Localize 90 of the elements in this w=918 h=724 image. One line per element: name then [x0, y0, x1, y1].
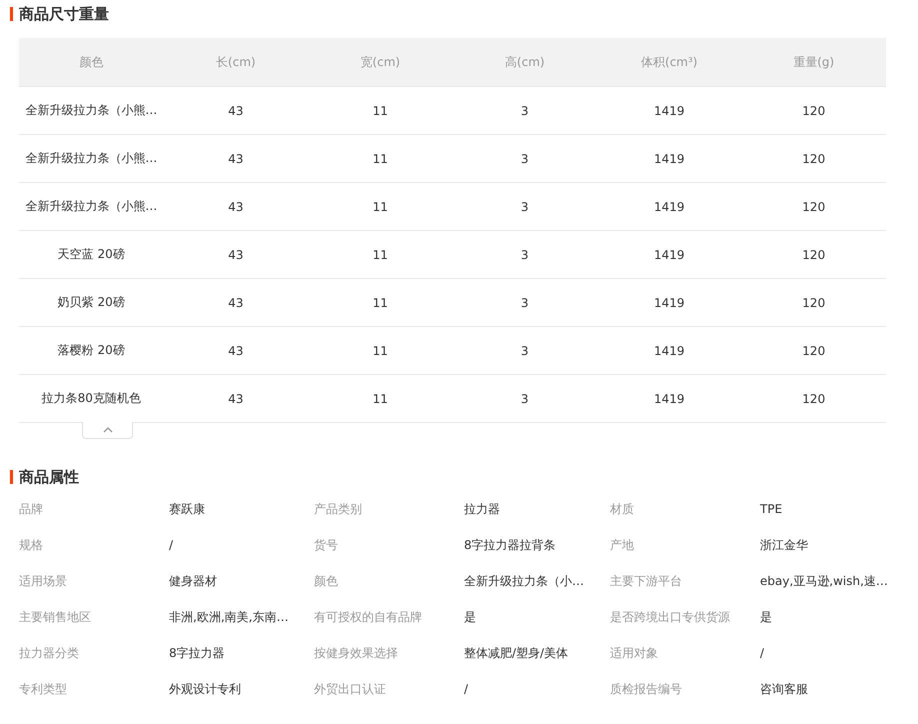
- table-cell-text: 3: [520, 200, 530, 214]
- attribute-value: 是: [464, 609, 477, 626]
- attribute-label: 产地: [610, 537, 635, 554]
- attribute-label: 专利类型: [19, 681, 68, 698]
- table-cell-text: 3: [520, 104, 530, 118]
- attribute-label: 外贸出口认证: [314, 681, 387, 698]
- attribute-label: 主要下游平台: [610, 573, 683, 590]
- attribute-value: 8字拉力器拉背条: [464, 537, 557, 554]
- attribute-value: 非洲,欧洲,南美,东南…: [169, 609, 290, 626]
- attribute-value: 浙江金华: [760, 537, 809, 554]
- table-cell-text: 1419: [652, 392, 686, 406]
- attribute-value: 外观设计专利: [169, 681, 242, 698]
- attribute-label: 主要销售地区: [19, 609, 92, 626]
- table-cell-text: 天空蓝 20磅: [56, 246, 126, 263]
- attribute-label: 产品类别: [314, 501, 363, 518]
- attribute-label: 颜色: [314, 573, 339, 590]
- attribute-label: 规格: [19, 537, 44, 554]
- table-cell-text: 1419: [652, 248, 686, 262]
- table-cell-text: 11: [372, 104, 389, 118]
- table-cell-text: 11: [372, 344, 389, 358]
- table-cell-text: 120: [801, 200, 826, 214]
- attribute-label: 材质: [610, 501, 635, 518]
- attribute-value: 健身器材: [169, 573, 218, 590]
- column-header: 体积(cm³): [640, 54, 698, 70]
- table-cell-text: 全新升级拉力条（小熊…: [24, 102, 158, 119]
- attribute-label: 质检报告编号: [610, 681, 683, 698]
- table-cell-text: 1419: [652, 200, 686, 214]
- table-cell-text: 3: [520, 248, 530, 262]
- column-header: 颜色: [78, 54, 104, 70]
- attribute-label: 有可授权的自有品牌: [314, 609, 423, 626]
- attribute-label: 适用对象: [610, 645, 659, 662]
- table-cell-text: 11: [372, 296, 389, 310]
- column-header: 长(cm): [214, 54, 257, 70]
- attribute-label: 按健身效果选择: [314, 645, 399, 662]
- attribute-value: /: [760, 645, 766, 662]
- table-cell-text: 落樱粉 20磅: [56, 342, 126, 359]
- table-cell-text: 120: [801, 248, 826, 262]
- attribute-value: 全新升级拉力条（小…: [464, 573, 585, 590]
- table-cell-text: 120: [801, 104, 826, 118]
- attribute-value: 赛跃康: [169, 501, 206, 518]
- table-cell-text: 拉力条80克随机色: [40, 390, 142, 407]
- table-cell-text: 43: [227, 296, 244, 310]
- attribute-label: 拉力器分类: [19, 645, 80, 662]
- table-cell-text: 11: [372, 392, 389, 406]
- table-cell-text: 120: [801, 392, 826, 406]
- attribute-label: 品牌: [19, 501, 44, 518]
- collapse-button[interactable]: [82, 422, 133, 439]
- section-marker: [10, 470, 13, 484]
- table-cell-text: 全新升级拉力条（小熊…: [24, 198, 158, 215]
- table-cell-text: 3: [520, 296, 530, 310]
- table-cell-text: 3: [520, 152, 530, 166]
- table-cell-text: 43: [227, 152, 244, 166]
- attribute-label: 货号: [314, 537, 339, 554]
- table-cell-text: 120: [801, 344, 826, 358]
- table-cell-text: 120: [801, 296, 826, 310]
- table-cell-text: 3: [520, 392, 530, 406]
- table-cell-text: 11: [372, 200, 389, 214]
- attribute-value: /: [169, 537, 174, 554]
- table-cell-text: 11: [372, 248, 389, 262]
- table-cell-text: 43: [227, 104, 244, 118]
- table-cell-text: 11: [372, 152, 389, 166]
- chevron-up-icon: [102, 427, 112, 433]
- table-cell-text: 3: [520, 344, 530, 358]
- table-cell-text: 1419: [652, 344, 686, 358]
- table-cell-text: 43: [227, 248, 244, 262]
- attribute-value: 8字拉力器: [169, 645, 226, 662]
- table-cell-text: 1419: [652, 104, 686, 118]
- attribute-value: 拉力器: [464, 501, 501, 518]
- column-header: 高(cm): [504, 54, 546, 70]
- table-cell-text: 奶贝紫 20磅: [56, 294, 126, 311]
- attribute-value: 整体减肥/塑身/美体: [464, 645, 570, 662]
- table-cell-text: 120: [801, 152, 826, 166]
- column-header: 重量(g): [792, 54, 836, 70]
- column-header: 宽(cm): [359, 54, 402, 70]
- attribute-label: 是否跨境出口专供货源: [610, 609, 731, 626]
- attribute-label: 适用场景: [19, 573, 68, 590]
- section-title: 商品属性: [19, 468, 79, 486]
- table-cell-text: 43: [227, 344, 244, 358]
- attribute-value: /: [464, 681, 470, 698]
- table-cell-text: 43: [227, 200, 244, 214]
- table-cell-text: 1419: [652, 152, 686, 166]
- attribute-value: 咨询客服: [760, 681, 809, 698]
- attribute-value: ebay,亚马逊,wish,速…: [760, 573, 888, 590]
- section-marker: [10, 7, 13, 21]
- attribute-value: 是: [760, 609, 773, 626]
- table-cell-text: 1419: [652, 296, 686, 310]
- table-cell-text: 全新升级拉力条（小熊…: [24, 150, 158, 167]
- attribute-value: TPE: [760, 501, 784, 518]
- section-title: 商品尺寸重量: [19, 4, 109, 24]
- table-cell-text: 43: [227, 392, 244, 406]
